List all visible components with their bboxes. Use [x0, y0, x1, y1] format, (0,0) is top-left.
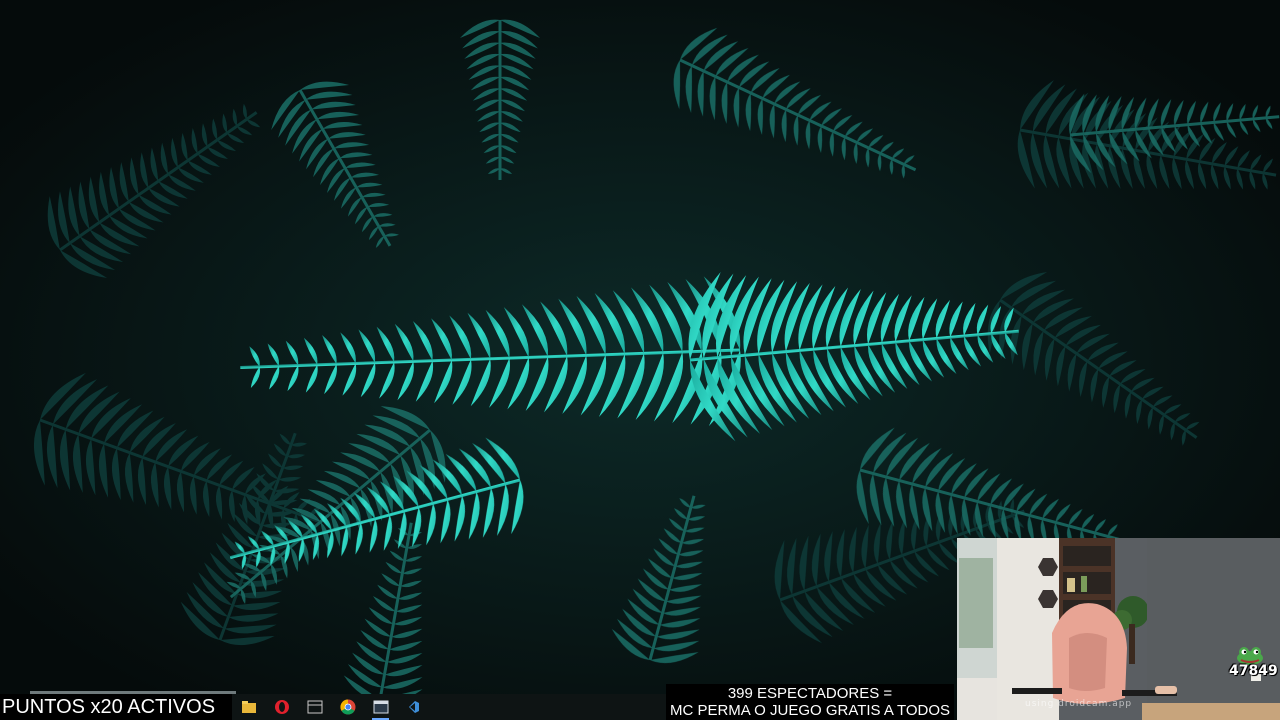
chrome-icon[interactable] — [331, 694, 364, 720]
taskbar — [232, 694, 666, 720]
viewers-line-1: 399 ESPECTADORES = — [727, 685, 893, 702]
opera-icon[interactable] — [265, 694, 298, 720]
taskbar-scroll-highlight — [30, 691, 236, 694]
calendar-app-icon[interactable] — [298, 694, 331, 720]
visual-studio-icon[interactable] — [397, 694, 430, 720]
webcam-scene — [957, 538, 1280, 720]
points-overlay-text: PUNTOS x20 ACTIVOS — [0, 694, 232, 720]
window-app-icon[interactable] — [364, 694, 397, 720]
droidcam-watermark: using droidcam.app — [1025, 699, 1133, 709]
counter-badge: 47849 — [1229, 663, 1278, 679]
file-explorer-icon[interactable] — [232, 694, 265, 720]
viewers-line-2: MC PERMA O JUEGO GRATIS A TODOS — [669, 702, 951, 719]
frog-emote-icon — [1237, 647, 1263, 665]
viewers-overlay: 399 ESPECTADORES = MC PERMA O JUEGO GRAT… — [666, 684, 954, 720]
webcam-feed — [957, 538, 1280, 720]
